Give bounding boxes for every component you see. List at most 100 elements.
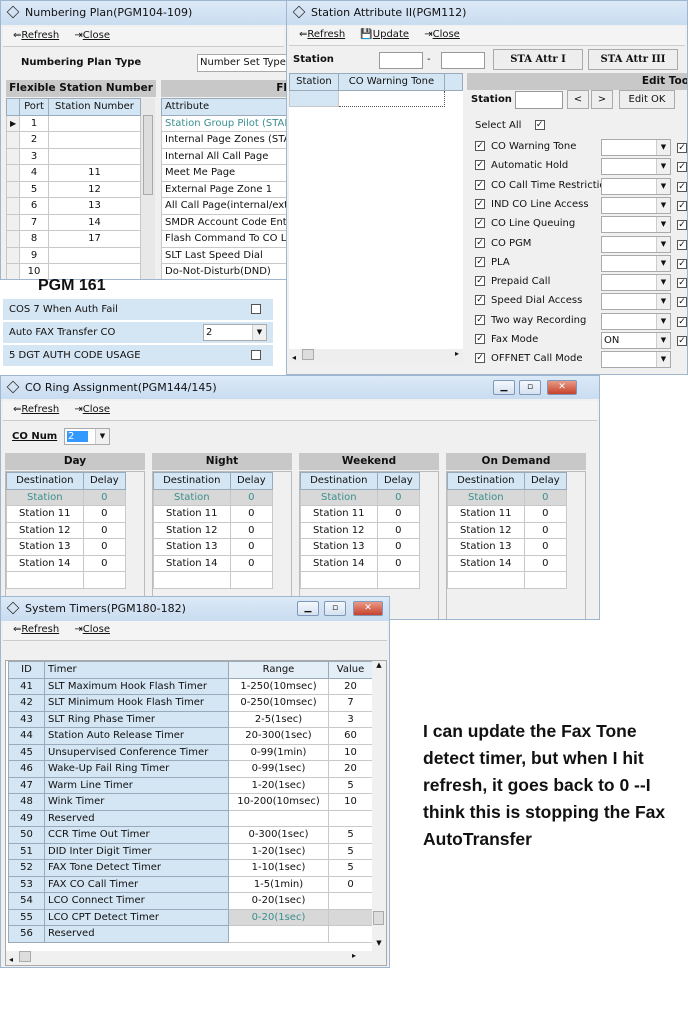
table-row[interactable]: Station 13 0: [300, 538, 421, 556]
row-selector[interactable]: [5, 197, 21, 215]
table-row[interactable]: Station 14 0: [300, 554, 421, 572]
attribute-value-select[interactable]: ▼: [601, 196, 671, 214]
table-row[interactable]: 53 FAX CO Call Timer 1-5(1min) 0: [8, 875, 373, 893]
apply-checkbox[interactable]: ✓: [677, 162, 687, 173]
attribute-checkbox[interactable]: ✓: [475, 141, 485, 151]
attribute-checkbox[interactable]: ✓: [475, 276, 485, 287]
apply-checkbox[interactable]: ✓: [677, 143, 687, 153]
scrollbar[interactable]: [141, 98, 155, 279]
table-row[interactable]: Station 14 0: [153, 554, 274, 572]
table-row[interactable]: Station 12 0: [153, 521, 274, 539]
table-row[interactable]: 9: [5, 246, 142, 264]
close-button[interactable]: ⇥Close: [424, 29, 460, 40]
attribute-checkbox[interactable]: ✓: [475, 179, 485, 190]
table-row[interactable]: Do-Not-Disturb(DND): [161, 263, 286, 279]
table-row[interactable]: 44 Station Auto Release Timer 20-300(1sec)…: [8, 727, 373, 745]
sta-attr-3-button[interactable]: STA Attr III: [588, 49, 678, 70]
table-row[interactable]: Station 11 0: [6, 505, 127, 523]
close-button[interactable]: ⇥Close: [74, 404, 110, 415]
row-selector[interactable]: [5, 147, 21, 165]
attribute-value-select[interactable]: ▼: [601, 293, 671, 311]
row-selector[interactable]: [5, 180, 21, 198]
table-row[interactable]: Station 13 0: [153, 538, 274, 556]
attribute-value-select[interactable]: ▼: [601, 351, 671, 369]
attribute-checkbox[interactable]: ✓: [475, 334, 485, 344]
table-row[interactable]: Station 11 0: [300, 505, 421, 523]
close-button[interactable]: ⇥Close: [74, 624, 110, 635]
table-row[interactable]: 47 Warm Line Timer 1-20(1sec) 5: [8, 776, 373, 794]
table-row[interactable]: 3: [5, 147, 142, 165]
station-to-input[interactable]: [441, 52, 485, 69]
row-selector[interactable]: [5, 164, 21, 182]
table-row[interactable]: 41 SLT Maximum Hook Flash Timer 1-250(10ms…: [8, 677, 373, 695]
maximize-button[interactable]: ▫: [519, 380, 541, 395]
attribute-checkbox[interactable]: ✓: [475, 160, 485, 171]
table-row[interactable]: 42 SLT Minimum Hook Flash Timer 0-250(10ms…: [8, 694, 373, 712]
attribute-checkbox[interactable]: ✓: [475, 353, 485, 364]
table-row[interactable]: Station 12 0: [447, 521, 568, 539]
attribute-checkbox[interactable]: ✓: [475, 295, 485, 306]
vertical-scrollbar[interactable]: ▲ ▼: [372, 661, 386, 953]
table-row[interactable]: 50 CCR Time Out Timer 0-300(1sec) 5: [8, 826, 373, 844]
refresh-button[interactable]: ⇐Refresh: [13, 404, 59, 415]
refresh-button[interactable]: ⇐Refresh: [299, 29, 345, 40]
table-row[interactable]: 48 Wink Timer 10-200(10msec) 10: [8, 793, 373, 811]
attribute-checkbox[interactable]: ✓: [475, 314, 485, 325]
row-selector[interactable]: [5, 263, 21, 279]
plan-type-select[interactable]: Number Set Type 2: [197, 54, 286, 72]
table-row[interactable]: Internal Page Zones (STAR: [161, 131, 286, 149]
update-button[interactable]: 💾Update: [360, 29, 409, 40]
table-row[interactable]: ▶ 1: [5, 114, 142, 132]
row-selector[interactable]: ▶: [5, 114, 21, 132]
table-row[interactable]: Station 13 0: [447, 538, 568, 556]
attribute-value-select[interactable]: ▼: [601, 216, 671, 234]
prev-button[interactable]: <: [567, 90, 589, 109]
refresh-button[interactable]: ⇐Refresh: [13, 30, 59, 41]
table-row[interactable]: 2: [5, 131, 142, 149]
attribute-value-select[interactable]: ▼: [601, 254, 671, 272]
table-row[interactable]: Station 0: [447, 488, 568, 506]
attribute-checkbox[interactable]: ✓: [475, 256, 485, 267]
table-row[interactable]: Station 0: [6, 488, 127, 506]
attribute-value-select[interactable]: ON ▼: [601, 332, 671, 349]
row-selector[interactable]: [5, 230, 21, 248]
table-row[interactable]: 5 12: [5, 180, 142, 198]
attribute-checkbox[interactable]: ✓: [475, 218, 485, 229]
close-window-button[interactable]: ✕: [353, 601, 383, 616]
attribute-value-select[interactable]: ▼: [601, 312, 671, 330]
apply-checkbox[interactable]: ✓: [677, 220, 687, 231]
table-row[interactable]: Meet Me Page: [161, 164, 286, 182]
row-selector[interactable]: [5, 131, 21, 149]
close-button[interactable]: ⇥Close: [74, 30, 110, 41]
table-row[interactable]: 45 Unsupervised Conference Timer 0-99(1min…: [8, 743, 373, 761]
next-button[interactable]: >: [591, 90, 613, 109]
table-row[interactable]: 43 SLT Ring Phase Timer 2-5(1sec) 3: [8, 710, 373, 728]
table-row[interactable]: 46 Wake-Up Fail Ring Timer 0-99(1sec) 20: [8, 760, 373, 778]
table-row[interactable]: Internal All Call Page: [161, 147, 286, 165]
setting-checkbox[interactable]: [251, 304, 261, 314]
table-row[interactable]: External Page Zone 1: [161, 180, 286, 198]
co-num-select[interactable]: 2 ▼: [64, 428, 110, 445]
apply-checkbox[interactable]: ✓: [677, 200, 687, 211]
table-row[interactable]: 7 14: [5, 213, 142, 231]
table-row[interactable]: Station 12 0: [300, 521, 421, 539]
auto-fax-transfer-co-select[interactable]: 2 ▼: [203, 324, 267, 341]
attribute-value-select[interactable]: ▼: [601, 139, 671, 156]
table-row[interactable]: Station 0: [153, 488, 274, 506]
apply-checkbox[interactable]: ✓: [677, 278, 687, 289]
select-all[interactable]: Select All ✓: [475, 120, 545, 131]
apply-checkbox[interactable]: ✓: [677, 181, 687, 192]
table-row[interactable]: Flash Command To CO Line: [161, 230, 286, 248]
scroll-thumb[interactable]: [373, 911, 384, 925]
table-row[interactable]: Station Group Pilot (START/: [161, 114, 286, 132]
table-row[interactable]: 54 LCO Connect Timer 0-20(1sec): [8, 892, 373, 910]
apply-checkbox[interactable]: ✓: [677, 297, 687, 308]
attribute-checkbox[interactable]: ✓: [475, 237, 485, 248]
close-window-button[interactable]: ✕: [547, 380, 577, 395]
minimize-button[interactable]: ▁: [297, 601, 319, 616]
table-row[interactable]: Station 13 0: [6, 538, 127, 556]
table-row[interactable]: Station 12 0: [6, 521, 127, 539]
table-row[interactable]: Station 11 0: [447, 505, 568, 523]
attribute-value-select[interactable]: ▼: [601, 177, 671, 195]
attribute-value-select[interactable]: ▼: [601, 158, 671, 176]
